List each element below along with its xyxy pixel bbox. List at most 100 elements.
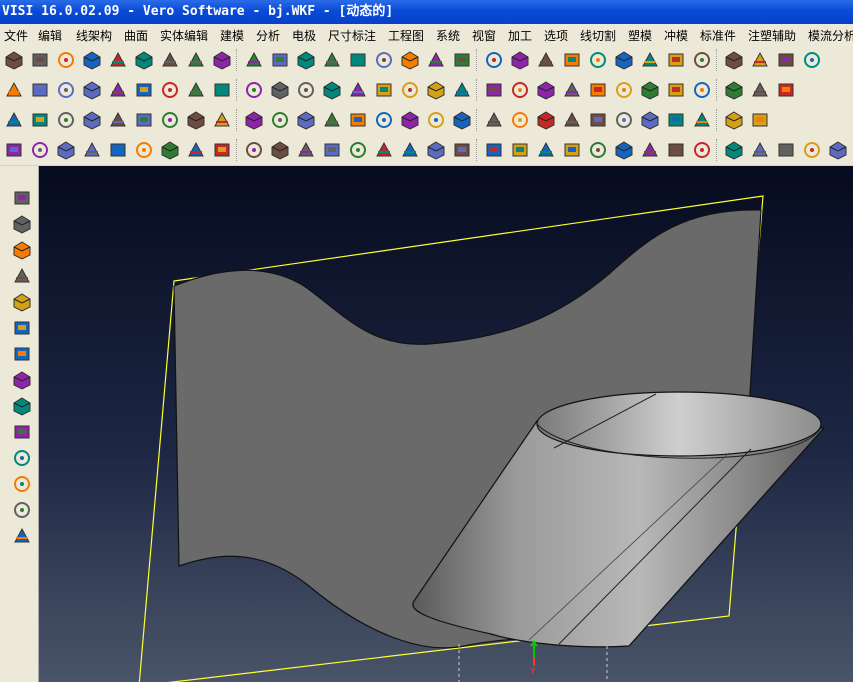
import-icon[interactable] [134,50,154,70]
viewport-canvas[interactable]: Y [39,166,853,682]
rotate-select-icon[interactable] [12,396,32,416]
weld-symbol-icon[interactable] [452,140,472,160]
menu-item-19[interactable]: 模流分析 [808,27,853,44]
open-folder-icon[interactable] [30,50,50,70]
solid-box-icon[interactable] [588,50,608,70]
cube-edge-icon[interactable] [484,50,504,70]
cube-top-icon[interactable] [348,50,368,70]
circle-2pt-icon[interactable] [348,110,368,130]
surface-color-icon[interactable] [160,80,180,100]
rect-pair-icon[interactable] [536,110,556,130]
face-move-icon[interactable] [562,80,582,100]
open-recent-icon[interactable] [56,50,76,70]
cylinder-tall-icon[interactable] [666,140,686,160]
menu-item-17[interactable]: 标准件 [700,27,736,44]
view-select-icon[interactable] [244,50,264,70]
wire-split-icon[interactable] [160,110,180,130]
save-as-icon[interactable] [108,50,128,70]
dim-chain-icon[interactable] [82,140,102,160]
menu-item-16[interactable]: 冲模 [664,27,688,44]
cylinder-light-icon[interactable] [750,140,770,160]
face-split-icon[interactable] [400,80,420,100]
surface-offset-icon[interactable] [108,80,128,100]
dim-profile-icon[interactable] [212,140,232,160]
cube-select-icon[interactable] [12,448,32,468]
dim-offset-icon[interactable] [160,140,180,160]
menu-item-9[interactable]: 工程图 [388,27,424,44]
circle-target-icon[interactable] [374,110,394,130]
circle-center-icon[interactable] [296,110,316,130]
roughness-icon[interactable] [484,140,504,160]
face-select-icon[interactable] [12,292,32,312]
surface-net-icon[interactable] [82,80,102,100]
surface-fill-icon[interactable] [134,80,154,100]
grid-select-icon[interactable] [12,422,32,442]
rect-frame-icon[interactable] [640,110,660,130]
face-join-icon[interactable] [426,80,446,100]
face-extend-icon[interactable] [348,80,368,100]
cube-shade-icon[interactable] [426,50,446,70]
cube-wire-icon[interactable] [452,50,472,70]
cylinder-gray-icon[interactable] [776,140,796,160]
cylinder-dark-icon[interactable] [828,140,848,160]
ellipse-icon[interactable] [692,110,712,130]
grid-flip-icon[interactable] [724,80,744,100]
wire-extend-icon[interactable] [186,110,206,130]
save-icon[interactable] [82,50,102,70]
face-trim-icon[interactable] [322,80,342,100]
3d-viewport[interactable]: Y [39,166,853,682]
line-select-icon[interactable] [12,240,32,260]
circle-icon[interactable] [270,110,290,130]
wire-trim-icon[interactable] [134,110,154,130]
arc-rotate-icon[interactable] [452,110,472,130]
solid-prism-icon[interactable] [640,50,660,70]
solid-hex-icon[interactable] [776,50,796,70]
body-select-icon[interactable] [12,344,32,364]
split-view-icon[interactable] [296,50,316,70]
zoom-icon[interactable] [270,50,290,70]
cube-iso-icon[interactable] [400,50,420,70]
cylinder-double-icon[interactable] [802,140,822,160]
frame-select-icon[interactable] [12,474,32,494]
solid-select-icon[interactable] [12,318,32,338]
rect-icon[interactable] [510,110,530,130]
arc-target-icon[interactable] [484,110,504,130]
face-untrim-icon[interactable] [374,80,394,100]
wire-hatch-icon[interactable] [108,110,128,130]
surface-ruled-icon[interactable] [4,80,24,100]
wire-corner-icon[interactable] [82,110,102,130]
print-icon[interactable] [186,50,206,70]
search-mark-icon[interactable] [536,140,556,160]
face-replace-icon[interactable] [614,80,634,100]
dim-list-icon[interactable] [134,140,154,160]
layer-magenta-icon[interactable] [212,80,232,100]
grid-plane-icon[interactable] [666,80,686,100]
menu-item-0[interactable]: 文件 [4,27,28,44]
target-icon[interactable] [400,140,420,160]
solid-cone-icon[interactable] [666,50,686,70]
dim-envelope-icon[interactable] [186,140,206,160]
menu-item-2[interactable]: 线架构 [76,27,112,44]
leader-arrow-icon[interactable] [322,140,342,160]
rect-note-icon[interactable] [614,110,634,130]
surface-loft-icon[interactable] [56,80,76,100]
dim-baseline-icon[interactable] [56,140,76,160]
menu-item-14[interactable]: 线切割 [580,27,616,44]
face-shell-icon[interactable] [510,80,530,100]
menu-item-1[interactable]: 编辑 [38,27,62,44]
solid-cylinder-icon[interactable] [614,50,634,70]
layer-icon[interactable] [186,80,206,100]
menu-item-6[interactable]: 分析 [256,27,280,44]
circle-3pt-icon[interactable] [322,110,342,130]
cube-hidden-icon[interactable] [510,50,530,70]
menu-item-5[interactable]: 建模 [220,27,244,44]
note-box-icon[interactable] [426,140,446,160]
polygon-icon[interactable] [750,110,770,130]
corner-select-icon[interactable] [12,370,32,390]
solid-sphere-icon[interactable] [692,50,712,70]
face-chamfer-icon[interactable] [484,80,504,100]
export-icon[interactable] [160,50,180,70]
solid-wedge-icon[interactable] [750,50,770,70]
surface-sweep-icon[interactable] [30,80,50,100]
menu-item-12[interactable]: 加工 [508,27,532,44]
